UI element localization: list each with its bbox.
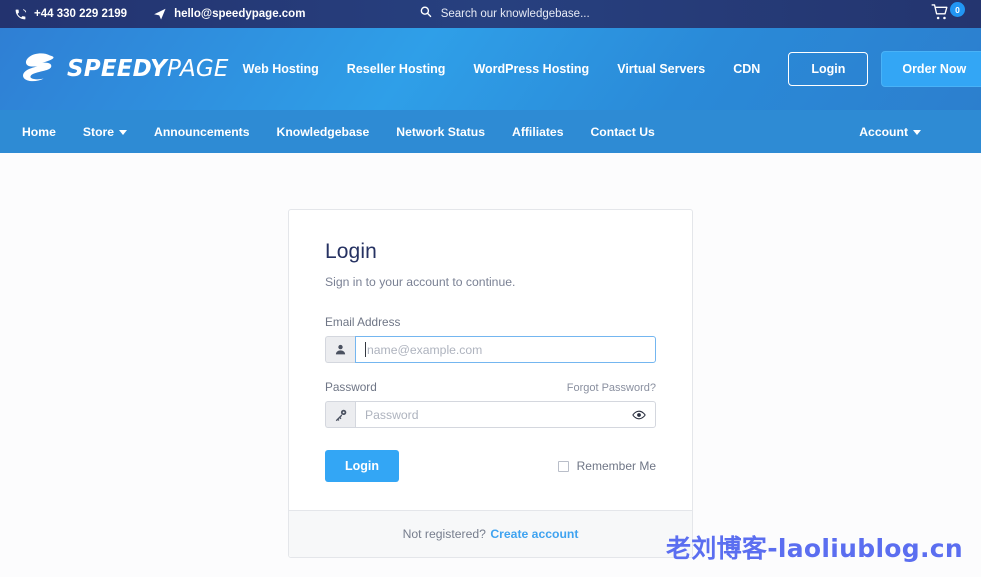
nav-web-hosting[interactable]: Web Hosting	[229, 62, 333, 76]
password-placeholder: Password	[365, 407, 419, 422]
page-content: Login Sign in to your account to continu…	[0, 153, 981, 577]
password-label-row: Password Forgot Password?	[325, 380, 656, 401]
forgot-password-link[interactable]: Forgot Password?	[567, 382, 656, 394]
account-label: Account	[859, 124, 908, 139]
subnav-label: Affiliates	[512, 124, 564, 139]
password-label: Password	[325, 380, 377, 394]
login-submit-button[interactable]: Login	[325, 450, 400, 482]
primary-navigation: Web Hosting Reseller Hosting WordPress H…	[229, 51, 981, 87]
chevron-down-icon	[119, 130, 128, 135]
email-input[interactable]: name@example.com	[355, 336, 656, 363]
user-icon	[325, 336, 355, 363]
speedypage-s-mark-icon	[20, 52, 54, 87]
shopping-cart-icon	[931, 4, 950, 26]
logo-text: SPEEDYPAGE	[67, 56, 229, 82]
login-card: Login Sign in to your account to continu…	[288, 209, 693, 558]
top-utility-bar: +44 330 229 2199 hello@speedypage.com Se…	[0, 0, 981, 28]
page-title: Login	[325, 240, 377, 263]
secondary-navigation: Home Store Announcements Knowledgebase N…	[0, 110, 981, 153]
eye-icon[interactable]	[632, 408, 646, 422]
remember-me-control[interactable]: Remember Me	[557, 459, 656, 473]
search-input[interactable]: Search our knowledgebase...	[441, 8, 590, 20]
create-account-link[interactable]: Create account	[490, 527, 578, 541]
subnav-label: Announcements	[154, 124, 250, 139]
search-icon	[419, 5, 432, 23]
email-field-group: name@example.com	[325, 336, 656, 363]
logo-text-light: PAGE	[167, 56, 229, 82]
contact-email[interactable]: hello@speedypage.com	[153, 7, 305, 21]
logo-text-bold: SPEEDY	[67, 56, 168, 82]
nav-cdn[interactable]: CDN	[719, 62, 774, 76]
email-placeholder: name@example.com	[367, 342, 483, 357]
subnav-item-store[interactable]: Store	[82, 124, 128, 139]
phone-number: +44 330 229 2199	[34, 8, 128, 20]
login-actions-row: Login Remember Me	[325, 450, 656, 482]
subnav-item-knowledgebase[interactable]: Knowledgebase	[277, 125, 370, 139]
email-address: hello@speedypage.com	[174, 8, 306, 20]
key-icon	[325, 401, 355, 428]
order-now-button[interactable]: Order Now	[881, 51, 981, 87]
subnav-label: Home	[22, 124, 56, 139]
subnav-label: Network Status	[396, 124, 486, 139]
login-card-footer: Not registered? Create account	[289, 510, 692, 557]
nav-wordpress-hosting[interactable]: WordPress Hosting	[459, 62, 603, 76]
subnav-item-network-status[interactable]: Network Status	[396, 125, 485, 139]
subnav-item-announcements[interactable]: Announcements	[154, 125, 249, 139]
nav-reseller-hosting[interactable]: Reseller Hosting	[333, 62, 460, 76]
contact-phone[interactable]: +44 330 229 2199	[14, 8, 127, 21]
cart-button[interactable]: 0	[931, 2, 965, 26]
phone-icon	[14, 8, 27, 21]
knowledgebase-search[interactable]: Search our knowledgebase...	[419, 5, 590, 23]
cart-count-badge: 0	[950, 2, 965, 17]
subnav-item-affiliates[interactable]: Affiliates	[512, 125, 563, 139]
subnav-item-home[interactable]: Home	[22, 125, 56, 139]
password-field-group: Password	[325, 401, 656, 428]
text-cursor	[365, 342, 366, 357]
chevron-down-icon	[913, 130, 921, 135]
site-header: SPEEDYPAGE Web Hosting Reseller Hosting …	[0, 28, 981, 110]
watermark: 老刘博客-laoliublog.cn	[666, 534, 963, 563]
subnav-label: Store	[82, 124, 115, 139]
subnav-label: Knowledgebase	[276, 124, 370, 139]
email-label: Email Address	[325, 315, 401, 329]
remember-me-checkbox[interactable]	[557, 460, 569, 472]
remember-me-label: Remember Me	[576, 459, 656, 473]
subnav-item-contact-us[interactable]: Contact Us	[591, 125, 655, 139]
login-card-body: Login Sign in to your account to continu…	[289, 210, 692, 510]
site-logo[interactable]: SPEEDYPAGE	[20, 52, 229, 87]
page-subtitle: Sign in to your account to continue.	[325, 275, 516, 289]
nav-virtual-servers[interactable]: Virtual Servers	[603, 62, 719, 76]
header-login-button[interactable]: Login	[788, 52, 869, 86]
subnav-label: Contact Us	[590, 124, 655, 139]
not-registered-text: Not registered?	[402, 527, 486, 541]
paper-plane-icon	[153, 7, 167, 21]
password-input[interactable]: Password	[355, 401, 656, 428]
account-dropdown[interactable]: Account	[859, 125, 921, 139]
